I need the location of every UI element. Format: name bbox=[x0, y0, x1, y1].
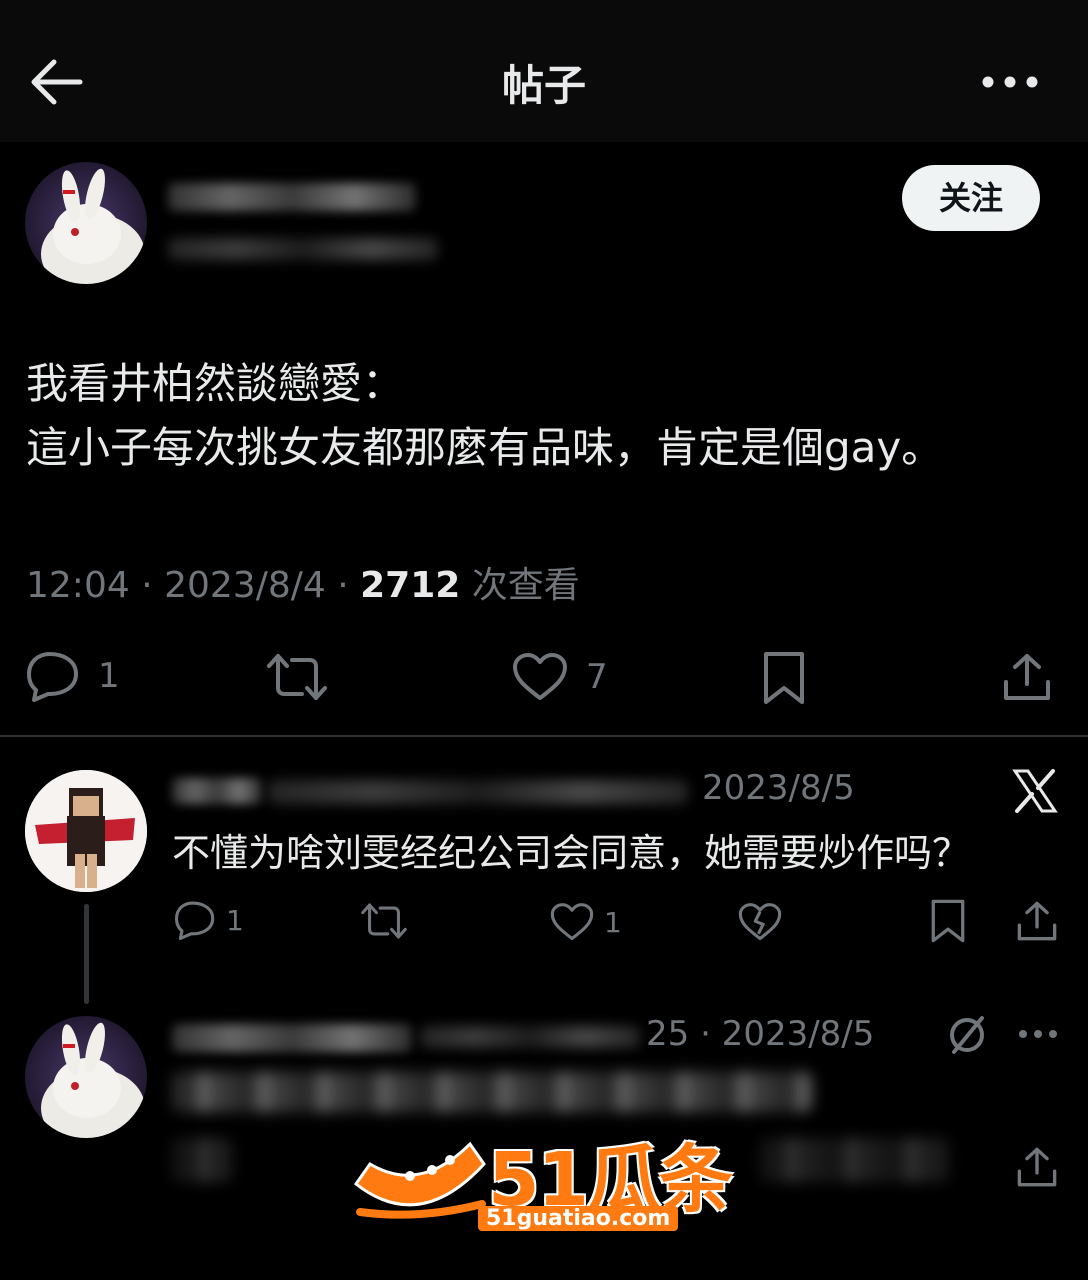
reply1-like-count: 1 bbox=[604, 905, 622, 939]
page-title: 帖子 bbox=[501, 61, 586, 110]
follow-button[interactable]: 关注 bbox=[902, 165, 1040, 231]
reply2-name[interactable] bbox=[172, 1024, 412, 1052]
author-handle[interactable] bbox=[168, 238, 438, 260]
repost-icon bbox=[267, 654, 327, 700]
share-button[interactable] bbox=[1002, 652, 1052, 702]
reply1-text: 不懂为啥刘雯经纪公司会同意，她需要炒作吗？ bbox=[172, 831, 971, 875]
post-time: 12:04 bbox=[26, 565, 130, 606]
top-bar: 帖子 bbox=[0, 0, 1088, 142]
like-button[interactable]: 7 bbox=[512, 652, 608, 702]
reply1-bookmark-button[interactable] bbox=[930, 898, 966, 944]
watermark-url: 51guatiao.com bbox=[478, 1206, 679, 1231]
reply1-repost-button[interactable] bbox=[360, 902, 408, 940]
share-icon bbox=[1017, 901, 1057, 941]
bookmark-button[interactable] bbox=[762, 650, 806, 706]
reply-icon bbox=[27, 652, 78, 702]
reply2-date: 25 · 2023/8/5 bbox=[646, 1014, 875, 1054]
heart-icon bbox=[513, 653, 567, 700]
repost-icon bbox=[361, 903, 407, 939]
bookmark-icon bbox=[931, 899, 965, 943]
reply1-date: 2023/8/5 bbox=[702, 768, 855, 808]
reply-count: 1 bbox=[98, 656, 120, 696]
reply1-handle[interactable] bbox=[268, 780, 688, 804]
reply2-text-blurred bbox=[172, 1072, 812, 1112]
reply2-actions-blurred bbox=[172, 1138, 232, 1182]
reply1-name[interactable] bbox=[172, 778, 262, 804]
post-date: 2023/8/4 bbox=[164, 565, 326, 606]
author-avatar[interactable] bbox=[25, 162, 147, 284]
reply2-actions-blurred-right bbox=[760, 1138, 950, 1182]
reply-button[interactable]: 1 bbox=[26, 650, 120, 702]
watermelon-logo-icon bbox=[353, 1141, 486, 1219]
reply1-dislike-button[interactable] bbox=[738, 902, 782, 942]
reply1-like-button[interactable]: 1 bbox=[550, 902, 622, 942]
grok-icon[interactable] bbox=[946, 1014, 988, 1060]
reply1-reply-count: 1 bbox=[226, 903, 244, 937]
like-count: 7 bbox=[586, 657, 608, 697]
broken-heart-icon bbox=[738, 903, 782, 941]
reply-icon bbox=[175, 901, 215, 940]
reply2-avatar[interactable] bbox=[25, 1016, 147, 1138]
post-text-line-2: 這小子每次挑女友都那麼有品味，肯定是個gay。 bbox=[26, 423, 944, 472]
post-text-line-1: 我看井柏然談戀愛： bbox=[26, 359, 405, 408]
x-logo-icon bbox=[1012, 768, 1058, 818]
post-text: 我看井柏然談戀愛： 這小子每次挑女友都那麼有品味，肯定是個gay。 bbox=[26, 352, 1066, 480]
watermark-logo: 51瓜条 51guatiao.com bbox=[350, 1120, 735, 1238]
reply2-share-button[interactable] bbox=[1016, 1146, 1058, 1188]
heart-icon bbox=[550, 903, 594, 941]
author-name[interactable] bbox=[168, 183, 416, 211]
post-meta: 12:04 · 2023/8/4 · 2712 次查看 bbox=[26, 565, 580, 606]
share-icon bbox=[1004, 654, 1050, 700]
thread-connector-line bbox=[84, 904, 89, 1004]
reply1-reply-button[interactable]: 1 bbox=[174, 900, 244, 940]
bookmark-icon bbox=[764, 652, 804, 704]
divider bbox=[0, 735, 1088, 737]
view-count: 2712 bbox=[360, 565, 461, 606]
reply2-more-icon[interactable] bbox=[1018, 1020, 1058, 1052]
reply1-avatar[interactable] bbox=[25, 770, 147, 892]
more-options-icon[interactable] bbox=[980, 62, 1040, 102]
reply2-handle[interactable] bbox=[420, 1026, 640, 1048]
repost-button[interactable] bbox=[266, 652, 328, 702]
reply1-share-button[interactable] bbox=[1016, 900, 1058, 942]
share-icon bbox=[1017, 1147, 1057, 1187]
view-label: 次查看 bbox=[471, 565, 580, 606]
